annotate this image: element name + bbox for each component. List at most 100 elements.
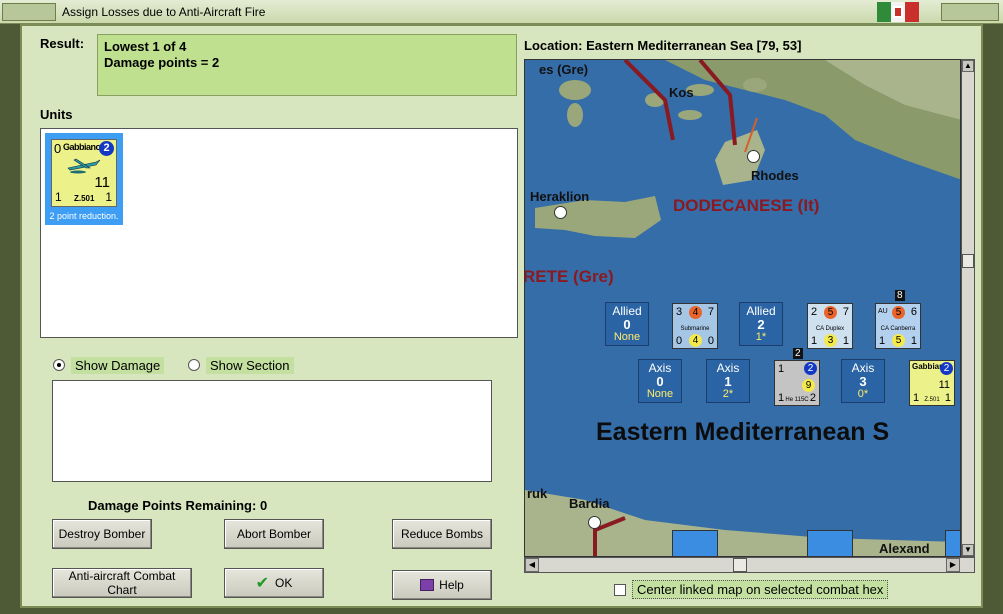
unit-bottom-right: 1: [105, 190, 112, 204]
units-list[interactable]: 0 Gabbiano 2 11 1 Z.501 1 2 point reduct…: [40, 128, 518, 338]
map-label-crete: RETE (Gre): [524, 267, 614, 286]
allied-stack-box-2[interactable]: Allied 2 1*: [739, 302, 783, 346]
show-damage-label[interactable]: Show Damage: [71, 356, 165, 374]
show-damage-option[interactable]: Show Damage: [53, 356, 165, 374]
he115-circle: 2: [804, 362, 817, 375]
canberra-tr: 6: [910, 306, 917, 318]
scroll-left-arrow-icon[interactable]: ◀: [525, 558, 539, 572]
land-unit-counter-1[interactable]: [672, 530, 718, 556]
city-icon-bardia: [588, 516, 601, 529]
aa-combat-chart-button[interactable]: Anti-aircraft Combat Chart: [52, 568, 192, 598]
title-bar: Assign Losses due to Anti-Aircraft Fire: [0, 0, 1003, 24]
canberra-top: 5: [892, 306, 905, 319]
scroll-down-arrow-icon[interactable]: ▼: [962, 544, 974, 556]
scroll-right-arrow-icon[interactable]: ▶: [946, 558, 960, 572]
reduce-bombs-button[interactable]: Reduce Bombs: [392, 519, 492, 549]
land-unit-counter-2[interactable]: [807, 530, 853, 556]
sub-br: 0: [707, 335, 714, 347]
abort-bomber-button[interactable]: Abort Bomber: [224, 519, 324, 549]
unit-caption: 2 point reduction.: [49, 211, 119, 221]
center-linked-map-label[interactable]: Center linked map on selected combat hex: [632, 580, 889, 599]
ok-button-label: OK: [275, 576, 293, 590]
he115-br: 2: [809, 392, 816, 404]
unit-item-selected[interactable]: 0 Gabbiano 2 11 1 Z.501 1 2 point reduct…: [45, 133, 123, 225]
axis-stack-box-3[interactable]: Axis 3 0*: [841, 359, 885, 403]
axis-sub-1: None: [646, 388, 674, 400]
allied-stack-box[interactable]: Allied 0 None: [605, 302, 649, 346]
gabbiano-map-counter[interactable]: Gabbiano 2 11 1 Z.501 1: [909, 360, 955, 406]
units-label: Units: [40, 107, 73, 122]
submarine-counter[interactable]: 3 4 7 Submarine 0 4 0: [672, 303, 718, 349]
map-view[interactable]: es (Gre) Kos Rhodes Heraklion RETE (Gre)…: [524, 59, 961, 557]
result-line-2: Damage points = 2: [104, 55, 220, 70]
sub-label: Submarine: [680, 326, 710, 332]
sub-tl: 3: [676, 306, 683, 318]
result-label: Result:: [40, 36, 85, 51]
unit-counter[interactable]: 0 Gabbiano 2 11 1 Z.501 1: [51, 139, 117, 207]
check-icon: ✔: [255, 575, 270, 592]
duplex-tr: 7: [842, 306, 849, 318]
canberra-br: 1: [910, 335, 917, 347]
horizontal-scroll-thumb[interactable]: [733, 558, 747, 572]
duplex-bl: 1: [811, 335, 818, 347]
axis-value-2: 1: [724, 374, 732, 389]
canberra-stack-count: 8: [895, 290, 905, 301]
city-icon-rhodes: [747, 150, 760, 163]
he115-counter[interactable]: 1 2 9 1 He 115C 2: [774, 360, 820, 406]
flag-icon-green: [877, 2, 891, 22]
damage-remaining-label: Damage Points Remaining:: [88, 498, 257, 513]
seaplane-icon: [67, 158, 101, 174]
duplex-top: 5: [824, 306, 837, 319]
axis-stack-box-2[interactable]: Axis 1 2*: [706, 359, 750, 403]
gabbiano-map-strength: 11: [938, 379, 950, 391]
location-value: Eastern Mediterranean Sea [79, 53]: [586, 38, 802, 53]
map-label-gre: es (Gre): [539, 62, 589, 77]
map-vertical-scrollbar[interactable]: ▲ ▼: [961, 59, 975, 557]
center-linked-map-checkbox[interactable]: [614, 583, 626, 596]
show-damage-radio[interactable]: [53, 359, 65, 371]
axis-stack-box-1[interactable]: Axis 0 None: [638, 359, 682, 403]
vertical-scroll-thumb[interactable]: [962, 254, 974, 268]
show-section-label[interactable]: Show Section: [206, 356, 294, 374]
canberra-mid: 5: [892, 334, 905, 347]
map-label-kos: Kos: [669, 85, 694, 100]
help-book-icon: [420, 579, 435, 591]
map-label-rhodes: Rhodes: [751, 168, 799, 183]
sub-top: 4: [689, 306, 702, 319]
center-linked-map-option[interactable]: Center linked map on selected combat hex: [614, 580, 889, 599]
system-menu-box[interactable]: [2, 3, 56, 21]
unit-type: Z.501: [74, 194, 95, 203]
scroll-up-arrow-icon[interactable]: ▲: [962, 60, 974, 72]
he115-stack-count: 2: [793, 348, 803, 359]
map-label-alexandria: Alexand: [879, 541, 930, 556]
map-label-heraklion: Heraklion: [530, 189, 590, 204]
map-horizontal-scrollbar[interactable]: ◀ ▶: [524, 557, 975, 573]
unit-top-left: 0: [54, 141, 62, 156]
axis-value-3: 3: [859, 374, 867, 389]
gabbiano-map-br: 1: [944, 392, 951, 404]
duplex-mid: 3: [824, 334, 837, 347]
he115-strength: 9: [802, 379, 815, 392]
unit-circle-value: 2: [99, 141, 114, 156]
ok-button[interactable]: ✔ OK: [224, 568, 324, 598]
allied-sub-2: 1*: [755, 331, 767, 343]
destroy-bomber-button[interactable]: Destroy Bomber: [52, 519, 152, 549]
canberra-bl: 1: [879, 335, 886, 347]
axis-value-1: 0: [656, 374, 664, 389]
result-line-1: Lowest 1 of 4: [104, 39, 187, 54]
show-section-option[interactable]: Show Section: [188, 356, 294, 374]
canberra-tl: AU: [878, 308, 888, 315]
land-unit-counter-3[interactable]: [945, 530, 960, 556]
map-label-sea: Eastern Mediterranean S: [596, 418, 890, 446]
ca-canberra-counter[interactable]: AU 5 6 CA Canberra 1 5 1: [875, 303, 921, 349]
unit-bottom-left: 1: [55, 190, 62, 204]
ca-duplex-counter[interactable]: 2 5 7 CA Duplex 1 3 1: [807, 303, 853, 349]
location-readout: Location: Eastern Mediterranean Sea [79,…: [524, 38, 801, 53]
map-label-bardia: Bardia: [569, 496, 610, 511]
map-label-dodecanese: DODECANESE (It): [673, 196, 820, 215]
show-section-radio[interactable]: [188, 359, 200, 371]
duplex-label: CA Duplex: [815, 326, 845, 332]
help-button[interactable]: Help: [392, 570, 492, 600]
window-controls-box[interactable]: [941, 3, 999, 21]
result-box: Lowest 1 of 4 Damage points = 2: [97, 34, 517, 96]
